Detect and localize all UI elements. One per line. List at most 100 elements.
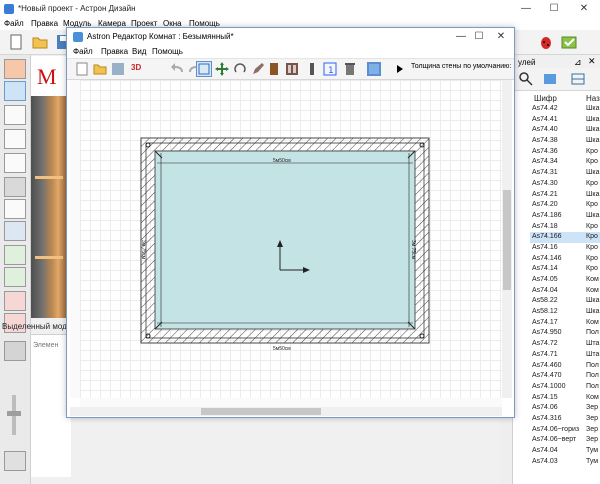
catalog-code: As74.18 — [532, 222, 558, 230]
close-icon[interactable]: ✕ — [568, 0, 600, 18]
catalog-row[interactable]: As74.06~гориз Зер — [530, 425, 600, 436]
catalog-row[interactable]: As58.12 Шка — [530, 307, 600, 318]
tag-icon[interactable] — [542, 71, 558, 87]
catalog-row[interactable]: As74.1000 Пол — [530, 382, 600, 393]
editor-menu-file[interactable]: Файл — [73, 47, 93, 56]
search-icon[interactable] — [518, 71, 534, 87]
green-add-button[interactable] — [4, 245, 26, 265]
catalog-row[interactable]: As74.38 Шка — [530, 136, 600, 147]
cube-outline-button[interactable] — [4, 105, 26, 125]
catalog-row[interactable]: As74.17 Ком — [530, 318, 600, 329]
catalog-row[interactable]: As74.03 Тум — [530, 457, 600, 468]
room-canvas[interactable]: 5м50см 5м50см 3м 75см 3м 75см — [80, 80, 502, 398]
cabinet-button[interactable] — [4, 153, 26, 173]
catalog-row[interactable]: As74.04 Ком — [530, 286, 600, 297]
open-icon[interactable] — [93, 62, 107, 76]
editor-vertical-thumb[interactable] — [503, 190, 511, 290]
select-tool-icon[interactable] — [196, 61, 212, 77]
window-icon[interactable] — [285, 62, 299, 76]
element-tab[interactable]: Элемен — [33, 342, 58, 349]
catalog-row[interactable]: As74.72 Шта — [530, 339, 600, 350]
dimension-icon[interactable]: 1 — [323, 62, 337, 76]
editor-menu-view[interactable]: Вид — [132, 47, 146, 56]
catalog-row[interactable]: As74.460 Пол — [530, 361, 600, 372]
copy-button[interactable] — [4, 199, 26, 219]
catalog-row[interactable]: As74.40 Шка — [530, 125, 600, 136]
catalog-row[interactable]: As74.186 Шка — [530, 211, 600, 222]
catalog-row[interactable]: As74.166 Кро — [530, 232, 600, 243]
catalog-row[interactable]: As58.22 Шка — [530, 296, 600, 307]
catalog-row[interactable]: As74.15 Ком — [530, 393, 600, 404]
catalog-row[interactable]: As74.06~верт Зер — [530, 435, 600, 446]
catalog-name: Пол — [586, 329, 599, 337]
catalog-row[interactable]: As74.36 Кро — [530, 147, 600, 158]
door-icon[interactable] — [267, 62, 281, 76]
catalog-row[interactable]: As74.41 Шка — [530, 115, 600, 126]
catalog-row[interactable]: As74.05 Ком — [530, 275, 600, 286]
undo-icon[interactable] — [171, 62, 185, 76]
column-icon[interactable] — [305, 62, 319, 76]
bug-icon[interactable] — [538, 34, 554, 50]
module-settings-button[interactable] — [4, 341, 26, 361]
plan-view-button[interactable] — [4, 177, 26, 197]
import-button[interactable] — [4, 221, 26, 241]
editor-menu-help[interactable]: Помощь — [152, 47, 183, 56]
trash-icon[interactable] — [4, 451, 26, 471]
cube-view-button[interactable] — [4, 81, 26, 101]
catalog-row[interactable]: As74.30 Кро — [530, 179, 600, 190]
trash-bin-icon[interactable] — [343, 62, 357, 76]
update-icon[interactable] — [560, 34, 578, 50]
catalog-row[interactable]: As74.34 Кро — [530, 157, 600, 168]
new-icon[interactable] — [75, 62, 89, 76]
catalog-name: Кро — [586, 179, 598, 187]
move-icon[interactable] — [215, 62, 229, 76]
catalog-row[interactable]: As74.31 Шка — [530, 168, 600, 179]
minimize-icon[interactable]: — — [512, 0, 540, 18]
catalog-code: As74.42 — [532, 105, 558, 112]
save-icon[interactable] — [111, 62, 125, 76]
catalog-row[interactable]: As74.20 Кро — [530, 200, 600, 211]
menu-edit[interactable]: Правка — [31, 19, 58, 28]
maximize-icon[interactable]: ☐ — [540, 0, 568, 18]
editor-close-icon[interactable]: ✕ — [487, 28, 515, 46]
catalog-row[interactable]: As74.146 Кро — [530, 254, 600, 265]
orange-tool-button[interactable] — [4, 59, 26, 79]
catalog-row[interactable]: As74.06 Зер — [530, 403, 600, 414]
room-plan[interactable] — [80, 80, 502, 398]
pin-icon[interactable]: ⊿ — [574, 57, 582, 68]
3d-button[interactable]: 3D — [131, 63, 141, 72]
catalog-row[interactable]: As74.14 Кро — [530, 264, 600, 275]
column-code-header[interactable]: Шифр — [534, 94, 557, 103]
cube-wire-button[interactable] — [4, 129, 26, 149]
open-folder-icon[interactable] — [32, 34, 48, 50]
catalog-row[interactable]: As74.04 Тум — [530, 446, 600, 457]
editor-horizontal-thumb[interactable] — [201, 408, 321, 415]
catalog-row[interactable]: As74.18 Кро — [530, 222, 600, 233]
rotate-icon[interactable] — [233, 62, 247, 76]
catalog-name: Кро — [586, 158, 598, 166]
new-file-icon[interactable] — [8, 34, 24, 50]
red-arrow-button[interactable] — [4, 291, 26, 311]
catalog-row[interactable]: As74.950 Пол — [530, 328, 600, 339]
room-floor[interactable] — [154, 150, 416, 330]
catalog-row[interactable]: As74.42 Шка — [530, 104, 600, 115]
catalog-row[interactable]: As74.470 Пол — [530, 371, 600, 382]
slider-thumb[interactable] — [7, 411, 21, 416]
preview-brand-letter: M — [37, 64, 57, 89]
column-name-header[interactable]: Назв — [586, 94, 600, 103]
catalog-row[interactable]: As74.71 Шта — [530, 350, 600, 361]
3d-preview[interactable]: M — [31, 56, 67, 318]
catalog-code: As74.1000 — [532, 382, 566, 390]
grid-toggle-icon[interactable] — [367, 62, 381, 76]
panel-close-icon[interactable]: ✕ — [588, 56, 596, 67]
catalog-name: Ком — [586, 276, 599, 283]
catalog-row[interactable]: As74.21 Шка — [530, 190, 600, 201]
menu-file[interactable]: Файл — [4, 19, 24, 28]
grid-view-icon[interactable] — [570, 71, 586, 87]
catalog-row[interactable]: As74.16 Кро — [530, 243, 600, 254]
green-move-button[interactable] — [4, 267, 26, 287]
catalog-row[interactable]: As74.316 Зер — [530, 414, 600, 425]
editor-menu-edit[interactable]: Правка — [101, 47, 128, 56]
toolbar-scroll-icon[interactable] — [393, 62, 407, 76]
pencil-icon[interactable] — [251, 62, 265, 76]
